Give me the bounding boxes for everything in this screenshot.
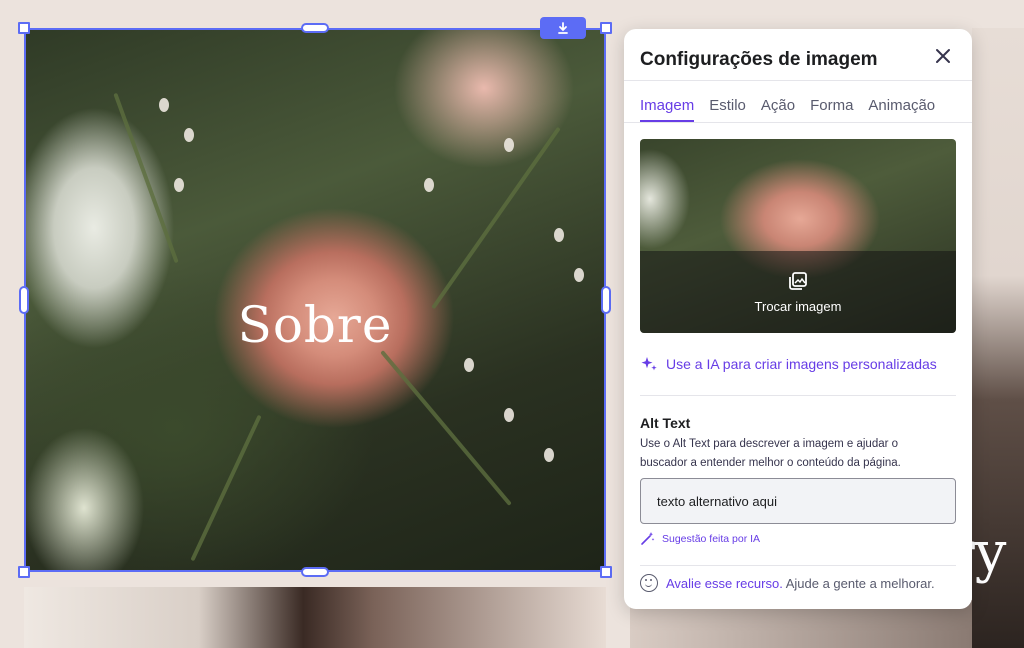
divider (640, 395, 956, 396)
rate-feature-link[interactable]: Avalie esse recurso. (666, 576, 783, 591)
image-preview: Trocar imagem (640, 139, 956, 333)
tab-acao[interactable]: Ação (761, 97, 795, 122)
resize-handle-left[interactable] (19, 286, 29, 314)
panel-header: Configurações de imagem (624, 29, 972, 81)
resize-handle-bottom-right[interactable] (600, 566, 612, 578)
feedback-row: Avalie esse recurso. Ajude a gente a mel… (640, 574, 935, 592)
ai-link-label: Use a IA para criar imagens personalizad… (666, 356, 937, 372)
flower-photo[interactable]: Sobre (24, 28, 606, 572)
close-button[interactable] (932, 45, 954, 67)
resize-handle-bottom[interactable] (301, 567, 329, 577)
panel-title: Configurações de imagem (640, 49, 878, 70)
divider (640, 565, 956, 566)
swap-image-button[interactable]: Trocar imagem (640, 251, 956, 333)
alt-text-description: Use o Alt Text para descrever a imagem e… (640, 438, 901, 469)
tab-imagem[interactable]: Imagem (640, 97, 695, 122)
smile-icon (640, 574, 658, 592)
resize-handle-top-left[interactable] (18, 22, 30, 34)
resize-handle-right[interactable] (601, 286, 611, 314)
sparkle-icon (641, 357, 657, 371)
bride-photo[interactable] (24, 587, 606, 648)
alt-text-title: Alt Text (640, 415, 691, 431)
section-heading[interactable]: Sobre (24, 296, 606, 354)
swap-image-label: Trocar imagem (754, 298, 842, 314)
alt-text-input[interactable] (640, 478, 956, 524)
settings-tabs: Imagem Estilo Ação Forma Animação (624, 81, 972, 123)
resize-handle-top[interactable] (301, 23, 329, 33)
ai-suggestion-label: Sugestão feita por IA (640, 531, 760, 546)
magic-wand-icon (641, 532, 655, 545)
ai-create-images-link[interactable]: Use a IA para criar imagens personalizad… (640, 355, 937, 373)
ai-suggestion-text: Sugestão feita por IA (662, 532, 761, 545)
image-settings-panel: Configurações de imagem Imagem Estilo Aç… (624, 29, 972, 609)
close-icon (936, 49, 950, 63)
download-button[interactable] (540, 17, 586, 39)
tab-animacao[interactable]: Animação (868, 97, 935, 122)
tab-estilo[interactable]: Estilo (709, 97, 746, 122)
resize-handle-bottom-left[interactable] (18, 566, 30, 578)
resize-handle-top-right[interactable] (600, 22, 612, 34)
image-swap-icon (789, 271, 807, 290)
feedback-text: Ajude a gente a melhorar. (785, 575, 935, 591)
tab-forma[interactable]: Forma (810, 97, 853, 122)
download-icon (558, 21, 568, 34)
